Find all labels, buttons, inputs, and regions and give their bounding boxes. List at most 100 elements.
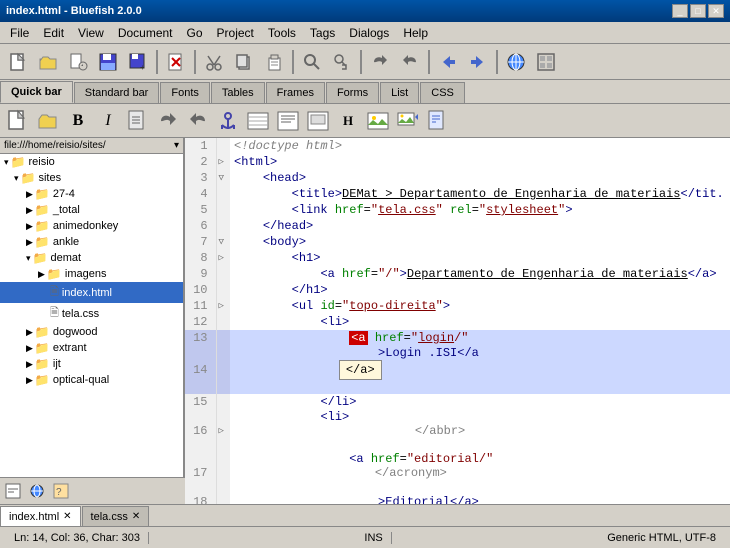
line-code: <body> <box>230 234 729 250</box>
qb-img-button[interactable] <box>364 107 392 135</box>
undo-icon <box>370 52 390 72</box>
tab-quickbar[interactable]: Quick bar <box>0 81 73 103</box>
tab-fonts[interactable]: Fonts <box>160 82 210 103</box>
qb-para-button[interactable] <box>274 107 302 135</box>
qb-undo-button[interactable] <box>154 107 182 135</box>
minimize-button[interactable]: _ <box>672 4 688 18</box>
menu-tags[interactable]: Tags <box>304 24 341 42</box>
tab-tables[interactable]: Tables <box>211 82 265 103</box>
line-code: <a href="login/" <box>230 330 729 346</box>
code-editor[interactable]: 1 <!doctype html> 2 ▷ <html> 3 ▽ <box>185 138 730 504</box>
folder-icon: 📁 <box>35 357 50 371</box>
status-mode: INS <box>356 532 391 544</box>
fullscreen-icon <box>536 52 556 72</box>
menu-view[interactable]: View <box>72 24 110 42</box>
forward-button[interactable] <box>464 48 492 76</box>
tree-item-reisio[interactable]: ▾ 📁 reisio <box>0 154 183 170</box>
menu-file[interactable]: File <box>4 24 35 42</box>
filetree-scroll[interactable]: ▾ 📁 reisio ▾ 📁 sites ▶ 📁 27-4 ▶ <box>0 154 183 498</box>
menu-dialogs[interactable]: Dialogs <box>343 24 395 42</box>
copy-button[interactable] <box>230 48 258 76</box>
browser-button[interactable] <box>502 48 530 76</box>
css-file-icon: 🗎 <box>50 304 59 323</box>
menu-go[interactable]: Go <box>181 24 209 42</box>
code-content[interactable]: 1 <!doctype html> 2 ▷ <html> 3 ▽ <box>185 138 730 504</box>
doc-tab-close-tela[interactable]: ✕ <box>132 511 140 522</box>
find-button[interactable] <box>298 48 326 76</box>
tree-item-demat[interactable]: ▾ 📁 demat <box>0 250 183 266</box>
replace-button[interactable] <box>328 48 356 76</box>
code-line-12: 12 <li> <box>185 314 730 330</box>
tree-item-imagens[interactable]: ▶ 📁 imagens <box>0 266 183 282</box>
tree-item-dogwood[interactable]: ▶ 📁 dogwood <box>0 324 183 340</box>
folder-icon: 📁 <box>35 187 50 201</box>
tab-css[interactable]: CSS <box>420 82 465 103</box>
filetree-dropdown[interactable]: ▾ <box>174 140 179 151</box>
tab-frames[interactable]: Frames <box>266 82 325 103</box>
maximize-button[interactable]: □ <box>690 4 706 18</box>
qb-redo-button[interactable] <box>184 107 212 135</box>
doc-tab-close-index[interactable]: ✕ <box>63 511 71 522</box>
tab-list[interactable]: List <box>380 82 419 103</box>
line-marker <box>216 394 230 410</box>
back-button[interactable] <box>434 48 462 76</box>
undo-button[interactable] <box>366 48 394 76</box>
tab-standardbar[interactable]: Standard bar <box>74 82 160 103</box>
close-button[interactable] <box>162 48 190 76</box>
new-file-button[interactable] <box>4 48 32 76</box>
tree-item-ankle[interactable]: ▶ 📁 ankle <box>0 234 183 250</box>
open-recent-button[interactable] <box>64 48 92 76</box>
qb-block-button[interactable] <box>304 107 332 135</box>
qb-rule-button[interactable] <box>244 107 272 135</box>
tree-item-animedonkey[interactable]: ▶ 📁 animedonkey <box>0 218 183 234</box>
doc-tab-index-html[interactable]: index.html ✕ <box>0 506 81 526</box>
filetree-btn-3[interactable]: ? <box>50 480 72 502</box>
tab-forms[interactable]: Forms <box>326 82 379 103</box>
menu-edit[interactable]: Edit <box>37 24 70 42</box>
save-as-button[interactable]: + <box>124 48 152 76</box>
qb-bold-button[interactable]: B <box>64 107 92 135</box>
qb-open-button[interactable] <box>34 107 62 135</box>
cut-button[interactable] <box>200 48 228 76</box>
status-encoding: Generic HTML, UTF-8 <box>599 532 724 544</box>
toolbar-separator-1 <box>156 50 158 74</box>
filetree-btn-1[interactable] <box>2 480 24 502</box>
doc-tab-tela-css[interactable]: tela.css ✕ <box>82 506 150 526</box>
menu-bar: File Edit View Document Go Project Tools… <box>0 22 730 44</box>
line-code: <li> </abbr> <box>230 410 729 452</box>
qb-new-icon <box>6 109 30 133</box>
qb-imgup-button[interactable] <box>394 107 422 135</box>
tree-item-index-html[interactable]: 🗎 index.html <box>0 282 183 303</box>
qb-file-button[interactable] <box>124 107 152 135</box>
qb-file2-button[interactable] <box>424 107 452 135</box>
qb-new-button[interactable] <box>4 107 32 135</box>
qb-anchor-button[interactable] <box>214 107 242 135</box>
tree-item-optical-qual[interactable]: ▶ 📁 optical-qual <box>0 372 183 388</box>
save-button[interactable] <box>94 48 122 76</box>
menu-help[interactable]: Help <box>397 24 434 42</box>
redo-button[interactable] <box>396 48 424 76</box>
line-marker: ▷ <box>216 154 230 170</box>
fullscreen-button[interactable] <box>532 48 560 76</box>
open-file-button[interactable] <box>34 48 62 76</box>
tree-item-total[interactable]: ▶ 📁 _total <box>0 202 183 218</box>
filetree-header: file:///home/reisio/sites/ ▾ <box>0 138 183 154</box>
tree-item-tela-css[interactable]: 🗎 tela.css <box>0 303 183 324</box>
line-marker <box>216 138 230 154</box>
close-button[interactable]: ✕ <box>708 4 724 18</box>
qb-italic-button[interactable]: I <box>94 107 122 135</box>
tree-item-274[interactable]: ▶ 📁 27-4 <box>0 186 183 202</box>
tree-item-extrant[interactable]: ▶ 📁 extrant <box>0 340 183 356</box>
tree-item-sites[interactable]: ▾ 📁 sites <box>0 170 183 186</box>
menu-document[interactable]: Document <box>112 24 179 42</box>
folder-icon: 📁 <box>35 373 50 387</box>
line-number: 11 <box>185 298 216 314</box>
paste-button[interactable] <box>260 48 288 76</box>
filetree-btn-2[interactable] <box>26 480 48 502</box>
qb-h1-button[interactable]: H <box>334 107 362 135</box>
tree-item-ijt[interactable]: ▶ 📁 ijt <box>0 356 183 372</box>
code-line-18: 18 >Editorial</a> <box>185 494 730 504</box>
menu-tools[interactable]: Tools <box>262 24 302 42</box>
menu-project[interactable]: Project <box>211 24 260 42</box>
window-controls: _ □ ✕ <box>672 4 724 18</box>
